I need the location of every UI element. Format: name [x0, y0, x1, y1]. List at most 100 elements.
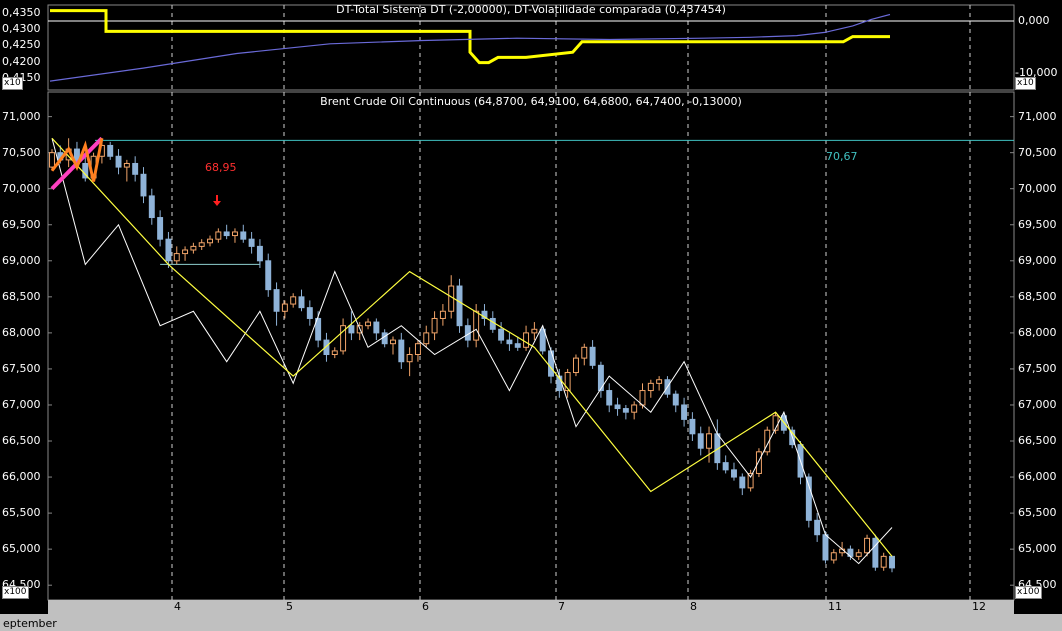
candle-body	[647, 382, 654, 392]
candle-body	[381, 332, 388, 345]
candle-body	[107, 144, 114, 157]
candle-body	[697, 433, 704, 449]
x-tick-label: 7	[558, 600, 565, 613]
candle-body	[514, 343, 521, 348]
candle-body	[148, 195, 155, 219]
candle-body	[581, 346, 588, 359]
price-right-tick: 70,000	[1018, 181, 1057, 195]
candle-body	[814, 519, 821, 536]
x-axis-strip	[48, 600, 1014, 614]
candle-body	[606, 390, 613, 406]
x-tick-label: 11	[828, 600, 842, 613]
candle-body	[572, 357, 579, 374]
candle-body	[855, 552, 862, 557]
price-right-tick: 69,000	[1018, 253, 1057, 267]
x-tick-label: 4	[174, 600, 181, 613]
candle-body	[215, 231, 222, 240]
indicator-left-tick: 0,4300	[2, 22, 41, 36]
price-left-tick: 67,000	[2, 397, 41, 411]
candle-body	[589, 346, 596, 366]
price-left-tick: 69,500	[2, 217, 41, 231]
price-chart-title: Brent Crude Oil Continuous (64,8700, 64,…	[320, 95, 742, 108]
price-left-tick: 71,000	[2, 109, 41, 123]
candle-body	[489, 317, 496, 330]
candle-body	[689, 418, 696, 435]
candle-body	[622, 408, 629, 413]
candle-body	[830, 552, 837, 561]
candle-body	[706, 433, 713, 449]
candle-body	[265, 260, 272, 291]
candle-body	[157, 217, 164, 240]
candle-body	[739, 476, 746, 489]
price-right-tick: 66,500	[1018, 434, 1057, 447]
indicator-scale-left: x10	[2, 77, 23, 90]
month-strip	[0, 614, 1062, 631]
candle-body	[173, 253, 180, 262]
price-frame	[47, 91, 1015, 601]
candle-body	[864, 537, 871, 554]
price-left-tick: 68,500	[2, 289, 41, 303]
price-right-tick: 68,000	[1018, 325, 1057, 339]
candle-body	[414, 343, 421, 356]
candle-body	[880, 555, 887, 568]
candle-body	[240, 231, 247, 240]
candle-body	[722, 462, 729, 471]
candle-body	[805, 476, 812, 521]
x-tick-label: 8	[690, 600, 697, 613]
price-right-tick: 65,500	[1018, 506, 1057, 520]
indicator-left-tick: 0,4350	[2, 5, 41, 19]
candle-body	[639, 390, 646, 406]
candle-body	[755, 451, 762, 474]
x-tick-label: 12	[972, 600, 986, 613]
price-left-tick: 68,000	[2, 325, 41, 339]
candle-body	[223, 231, 230, 237]
candle-body	[140, 173, 147, 197]
candle-body	[539, 328, 546, 352]
indicator-left-tick: 0,4200	[2, 54, 41, 68]
month-label: eptember	[3, 617, 57, 630]
price-right-tick: 68,500	[1018, 289, 1057, 303]
candle-body	[473, 310, 480, 341]
price-right-tick: 67,500	[1018, 361, 1057, 375]
candle-body	[190, 245, 197, 251]
candle-body	[115, 155, 122, 168]
candle-body	[49, 152, 55, 168]
candle-body	[406, 354, 413, 363]
candle-body	[165, 238, 172, 262]
candle-body	[132, 162, 139, 175]
candle-body	[207, 238, 213, 244]
candle-body	[182, 249, 189, 255]
indicator-title: DT-Total Sistema DT (-2,00000), DT-Volat…	[336, 3, 726, 16]
candle-body	[348, 325, 355, 334]
candle-body	[248, 238, 255, 247]
candle-body	[872, 537, 879, 568]
price-left-tick: 65,500	[2, 506, 41, 520]
price-left-tick: 65,000	[2, 542, 41, 556]
candle-body	[390, 339, 396, 345]
candle-body	[531, 328, 538, 334]
candle-body	[398, 339, 405, 363]
candle-body	[822, 534, 829, 561]
candle-body	[365, 321, 372, 327]
candle-body	[123, 162, 130, 168]
candle-body	[281, 303, 288, 312]
price-scale-right: x100	[1015, 586, 1042, 599]
price-left-tick: 66,000	[2, 470, 41, 484]
candle-body	[256, 245, 263, 262]
price-left-tick: 67,500	[2, 361, 41, 375]
annotation-cyan-label: 70,67	[826, 150, 858, 163]
price-left-tick: 66,500	[2, 434, 41, 447]
candle-body	[290, 296, 297, 305]
candle-body	[656, 379, 663, 384]
price-panel	[47, 91, 1015, 601]
candle-body	[273, 289, 280, 312]
candle-body	[331, 350, 338, 356]
candle-body	[423, 332, 430, 345]
price-scale-left: x100	[2, 586, 29, 599]
indicator-right-tick: 0,000	[1018, 14, 1050, 27]
candle-body	[631, 404, 638, 413]
candle-body	[373, 321, 380, 334]
price-left-tick: 70,000	[2, 181, 41, 195]
price-left-tick: 70,500	[2, 145, 41, 159]
price-right-tick: 66,000	[1018, 470, 1057, 484]
